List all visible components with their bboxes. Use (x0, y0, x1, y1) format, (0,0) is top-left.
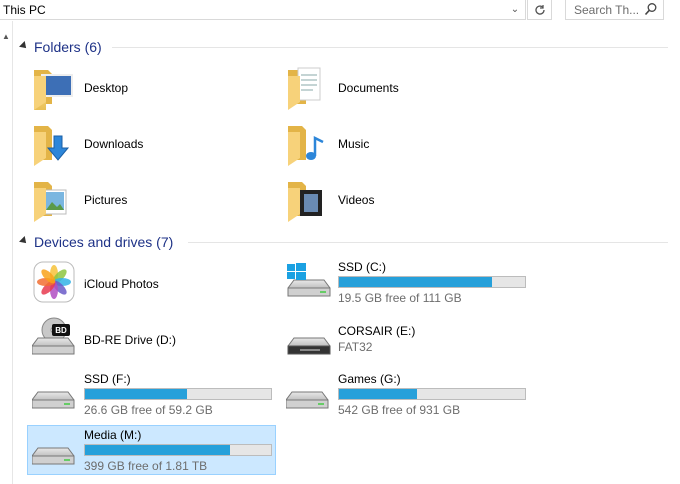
scrollbar[interactable]: ▲ (0, 21, 13, 484)
collapse-icon[interactable] (19, 41, 29, 51)
collapse-icon[interactable] (19, 236, 29, 246)
search-box[interactable]: Search Th... (565, 0, 664, 20)
pictures-folder-icon (34, 182, 67, 222)
section-title: Folders (6) (34, 39, 102, 55)
device-label: Games (G:) (338, 372, 401, 386)
capacity-fill (339, 277, 492, 287)
filesystem-text: FAT32 (338, 340, 373, 354)
search-icon[interactable] (644, 2, 658, 16)
capacity-fill (339, 389, 418, 399)
icloud-photos-icon (33, 261, 75, 303)
divider (112, 47, 668, 48)
device-label: BD-RE Drive (D:) (84, 333, 176, 347)
folder-item-desktop[interactable]: Desktop (32, 62, 232, 110)
divider (188, 242, 668, 243)
hard-drive-icon (286, 391, 329, 409)
free-space-text: 26.6 GB free of 59.2 GB (84, 403, 213, 417)
folder-item-downloads[interactable]: Downloads (32, 118, 232, 166)
bd-drive-icon: BD (32, 317, 75, 355)
removable-drive-icon (287, 337, 331, 355)
desktop-folder-icon (34, 70, 73, 110)
section-title: Devices and drives (7) (34, 234, 174, 250)
device-label: SSD (F:) (84, 372, 131, 386)
capacity-bar (84, 388, 272, 400)
documents-folder-icon (288, 67, 321, 110)
device-label: SSD (C:) (338, 260, 386, 274)
capacity-fill (85, 389, 188, 399)
folder-item-pictures[interactable]: Pictures (32, 174, 232, 222)
folder-label: Documents (338, 81, 399, 95)
device-item-media-m[interactable]: Media (M:) 399 GB free of 1.81 TB (32, 426, 282, 474)
device-item-ssd-c[interactable]: SSD (C:) 19.5 GB free of 111 GB (286, 258, 536, 306)
folder-label: Music (338, 137, 370, 151)
address-toolbar: This PC ⌄ Search Th... (0, 0, 680, 21)
device-item-ssd-f[interactable]: SSD (F:) 26.6 GB free of 59.2 GB (32, 370, 282, 418)
capacity-fill (85, 445, 231, 455)
downloads-folder-icon (34, 126, 70, 166)
refresh-icon (534, 5, 545, 15)
device-item-corsair-e[interactable]: CORSAIR (E:) FAT32 (286, 314, 536, 362)
device-label: iCloud Photos (84, 277, 159, 291)
address-path[interactable]: This PC (3, 3, 46, 17)
videos-folder-icon (288, 182, 322, 222)
chevron-down-icon[interactable]: ⌄ (505, 0, 525, 19)
address-bar[interactable]: This PC ⌄ (0, 0, 526, 20)
device-label: CORSAIR (E:) (338, 324, 416, 338)
capacity-bar (338, 388, 526, 400)
scroll-up-icon[interactable]: ▲ (2, 32, 10, 41)
folder-item-videos[interactable]: Videos (286, 174, 486, 222)
folder-label: Desktop (84, 81, 129, 95)
folder-label: Downloads (84, 137, 144, 151)
hard-drive-icon (32, 391, 75, 409)
free-space-text: 399 GB free of 1.81 TB (84, 459, 208, 473)
capacity-bar (338, 276, 526, 288)
search-input[interactable]: Search Th... (574, 3, 639, 17)
svg-text:BD: BD (55, 326, 67, 335)
refresh-button[interactable] (527, 0, 552, 20)
device-item-icloud-photos[interactable]: iCloud Photos (32, 258, 232, 306)
free-space-text: 19.5 GB free of 111 GB (338, 291, 462, 305)
folder-item-music[interactable]: Music (286, 118, 486, 166)
device-label: Media (M:) (84, 428, 142, 442)
folder-label: Pictures (84, 193, 128, 207)
hard-drive-icon (32, 447, 75, 465)
free-space-text: 542 GB free of 931 GB (338, 403, 461, 417)
folder-label: Videos (338, 193, 375, 207)
device-item-games-g[interactable]: Games (G:) 542 GB free of 931 GB (286, 370, 536, 418)
folder-item-documents[interactable]: Documents (286, 62, 486, 110)
music-folder-icon (288, 126, 324, 166)
windows-drive-icon (287, 263, 331, 297)
device-item-bd-re-drive[interactable]: BD BD-RE Drive (D:) (32, 314, 232, 362)
capacity-bar (84, 444, 272, 456)
